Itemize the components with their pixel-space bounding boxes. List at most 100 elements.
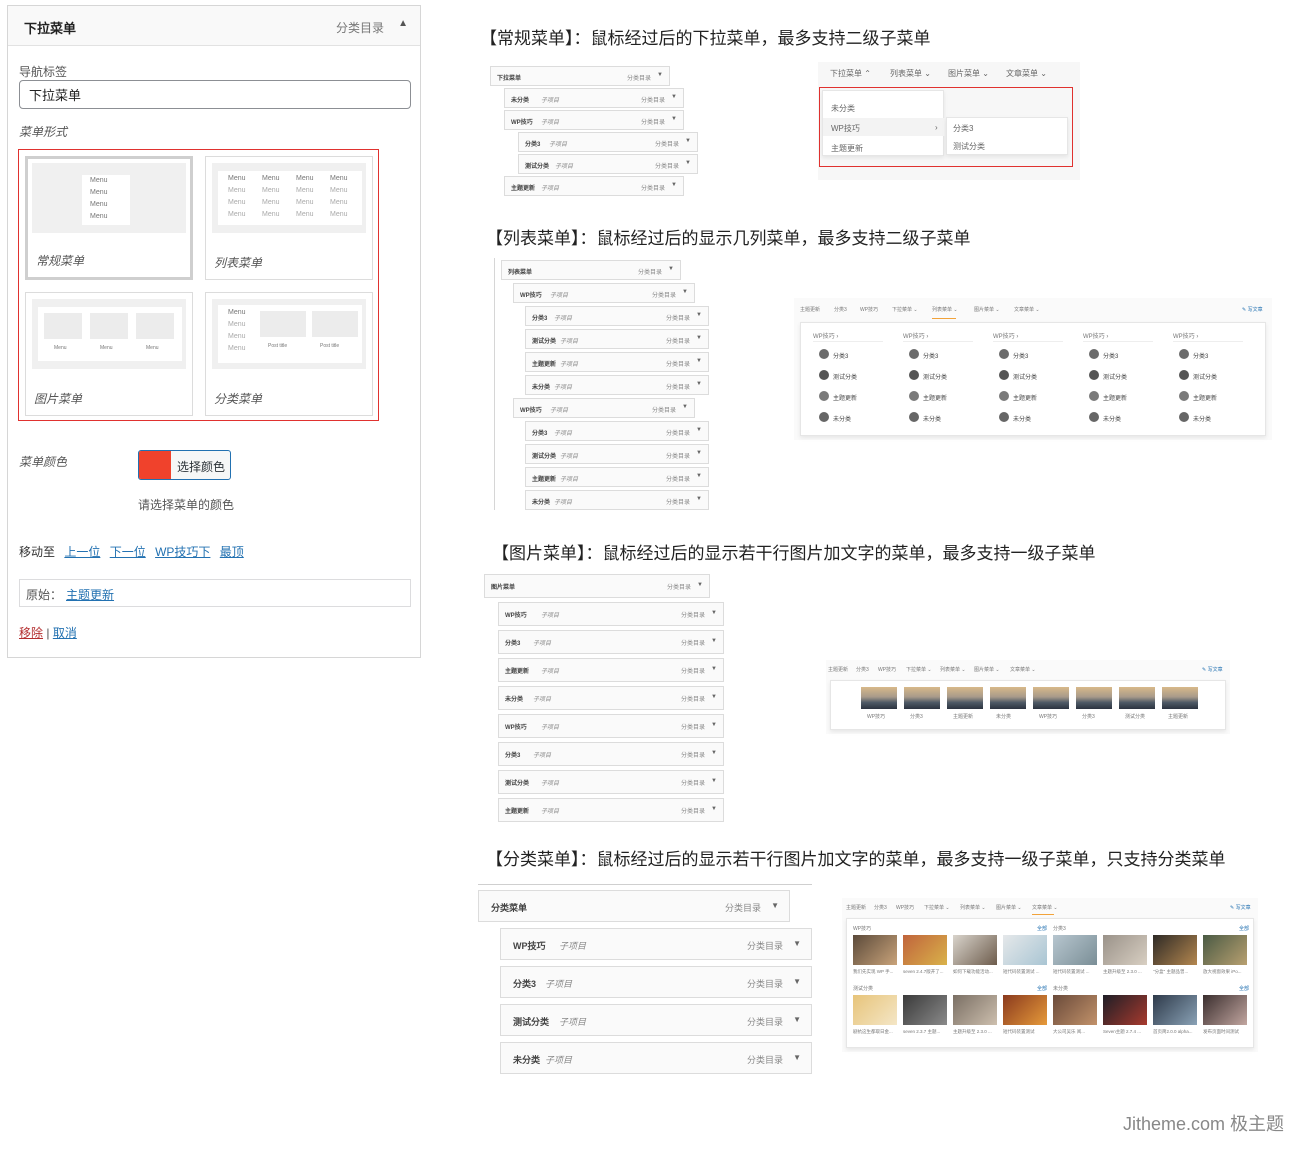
image-thumb xyxy=(136,313,174,339)
category-preview: Menu Menu Menu Menu Post title Post titl… xyxy=(212,299,366,369)
list-column-item: 未分类 xyxy=(1193,417,1212,423)
list-item-thumb-icon xyxy=(909,349,919,359)
list-item-thumb-icon xyxy=(819,391,829,401)
menu-row-type: 分类目录 xyxy=(746,1017,783,1027)
menu-row-type: 分类目录 xyxy=(680,753,705,759)
list-item-thumb-icon xyxy=(1089,370,1099,380)
list-item-thumb-icon xyxy=(999,349,1009,359)
submenu-item: 测试分类 xyxy=(953,142,985,151)
list-demo: 主题更新 分类3 WP技巧 下拉菜单 ⌄ 列表菜单 ⌄ 图片菜单 ⌄ 文章菜单 … xyxy=(794,298,1272,440)
menu-row: 测试分类 子项目 分类目录 ▼ xyxy=(500,1004,812,1036)
style-option-category[interactable]: Menu Menu Menu Menu Post title Post titl… xyxy=(205,292,373,416)
dropdown-item: 未分类 xyxy=(831,104,855,113)
panel-title: 下拉菜单 xyxy=(24,21,77,36)
nav-label-input[interactable] xyxy=(19,80,411,109)
move-up-link[interactable]: 上一位 xyxy=(64,545,100,559)
menu-row-arrow: ▼ xyxy=(711,694,717,700)
mini-menu: Menu xyxy=(228,321,246,328)
image-tile-photo xyxy=(904,687,940,709)
demo-nav-item: 文章菜单 ⌄ xyxy=(1032,905,1058,911)
menu-row: WP技巧 子项目 分类目录 ▼ xyxy=(513,283,695,303)
demo-nav-item: WP技巧 xyxy=(896,905,915,911)
category-all-link: 全部 xyxy=(1239,986,1250,992)
color-swatch xyxy=(139,451,171,479)
list-structure: 列表菜单 分类目录 ▼ WP技巧 子项目 分类目录 ▼ 分类3 子项目 分类目录 ▼ 测试分类子… xyxy=(494,258,714,510)
menu-color-caption: 菜单颜色 xyxy=(19,455,68,469)
menu-row-type: 分类目录 xyxy=(680,697,705,703)
select-color-button[interactable]: 选择颜色 xyxy=(138,450,231,480)
demo-nav-item: 下拉菜单 ⌄ xyxy=(892,307,918,313)
demo-nav-item: 文章菜单 ⌄ xyxy=(1014,307,1040,313)
menu-row-sub: 子项目 xyxy=(559,1017,587,1027)
collapse-arrow-icon[interactable]: ▲ xyxy=(398,18,408,29)
image-thumb xyxy=(90,313,128,339)
category-all-link: 全部 xyxy=(1037,926,1048,932)
mini-menu: Menu xyxy=(296,211,314,218)
watermark: Jitheme.com 极主题 xyxy=(1122,1114,1284,1134)
panel-header[interactable]: 下拉菜单 分类目录 ▲ xyxy=(8,6,420,46)
menu-row-type: 分类目录 xyxy=(746,941,783,951)
category-caption: 发布页面时间测试 xyxy=(1203,1029,1239,1034)
menu-row: 分类3 子项目 分类目录 ▼ xyxy=(498,742,724,766)
style-option-list[interactable]: Menu Menu Menu Menu Menu Menu Menu Menu … xyxy=(205,156,373,280)
regular-preview: Menu Menu Menu Menu xyxy=(32,163,186,233)
move-down-link[interactable]: 下一位 xyxy=(110,545,146,559)
mini-menu: Menu xyxy=(228,199,246,206)
list-column-rule xyxy=(1173,341,1243,342)
mini-menu: Menu xyxy=(296,175,314,182)
menu-row-type: 分类目录 xyxy=(680,641,705,647)
category-photo xyxy=(1053,935,1097,965)
list-column-rule xyxy=(993,341,1063,342)
move-top-link[interactable]: 最顶 xyxy=(220,545,244,559)
menu-row: 列表菜单 分类目录 ▼ xyxy=(501,260,681,280)
menu-row-arrow: ▼ xyxy=(711,750,717,756)
menu-row-title: 分类3 xyxy=(505,753,521,759)
demo-nav-item: 分类3 xyxy=(834,307,847,313)
style-option-regular[interactable]: Menu Menu Menu Menu 常规菜单 xyxy=(25,156,193,280)
mini-menu: Menu xyxy=(296,187,314,194)
menu-row: WP技巧 子项目 分类目录 ▼ xyxy=(513,398,695,418)
demo-nav-item: 分类3 xyxy=(856,667,869,673)
menu-row-sub: 子项目 xyxy=(533,641,552,647)
image-tile-caption: 未分类 xyxy=(996,714,1012,720)
menu-row: 分类3 子项目 分类目录 ▼ xyxy=(500,966,812,998)
mini-menu: Menu xyxy=(228,345,246,352)
mini-menu: Menu xyxy=(330,211,348,218)
list-item-thumb-icon xyxy=(819,370,829,380)
nav-label-caption: 导航标签 xyxy=(19,65,68,79)
image-tile-caption: WP技巧 xyxy=(1039,714,1058,720)
category-all-link: 全部 xyxy=(1037,986,1048,992)
style-option-image[interactable]: Menu Menu Menu 图片菜单 xyxy=(25,292,193,416)
list-item-thumb-icon xyxy=(999,370,1009,380)
category-photo xyxy=(953,995,997,1025)
list-item-thumb-icon xyxy=(1179,370,1189,380)
image-tile-photo xyxy=(947,687,983,709)
menu-row: 主题更新 子项目 分类目录 ▼ xyxy=(498,658,724,682)
category-caption: 我们先实现 WP 手... xyxy=(853,969,894,974)
menu-row: 未分类 子项目 分类目录 ▼ xyxy=(525,375,709,395)
menu-row: 未分类 子项目 分类目录 ▼ xyxy=(500,1042,812,1074)
demo-nav-item: 列表菜单 ⌄ xyxy=(940,667,966,673)
list-column-item: 分类3 xyxy=(833,354,849,360)
category-caption: 主题升级至 2.3.0 ... xyxy=(1103,969,1142,974)
category-caption: 如何下载功能活动... xyxy=(953,969,993,974)
cancel-link[interactable]: 取消 xyxy=(53,626,77,640)
original-link[interactable]: 主题更新 xyxy=(66,588,114,602)
remove-link[interactable]: 移除 xyxy=(19,626,43,640)
category-caption: 剧抗这生都取日金... xyxy=(853,1029,893,1034)
image-tile-photo xyxy=(1119,687,1155,709)
menu-style-caption: 菜单形式 xyxy=(19,125,68,139)
menu-row-type: 分类目录 xyxy=(680,669,705,675)
move-under-link[interactable]: WP技巧下 xyxy=(155,545,210,559)
list-item-thumb-icon xyxy=(909,370,919,380)
image-tile-caption: 测试分类 xyxy=(1125,714,1146,720)
menu-row-title: WP技巧 xyxy=(505,613,527,619)
list-column-head: WP技巧 › xyxy=(1083,334,1109,340)
write-post-link: ✎ 写文章 xyxy=(1242,307,1263,313)
list-column-item: 测试分类 xyxy=(923,375,948,381)
menu-row: 分类3 子项目 分类目录 ▼ xyxy=(525,421,709,441)
demo-nav-item: 图片菜单 ⌄ xyxy=(974,307,1000,313)
menu-row-sub: 子项目 xyxy=(541,725,560,731)
menu-row: WP技巧 子项目 分类目录 ▼ xyxy=(498,714,724,738)
image-demo: 主题更新 分类3 WP技巧 下拉菜单 ⌄ 列表菜单 ⌄ 图片菜单 ⌄ 文章菜单 … xyxy=(826,660,1230,734)
